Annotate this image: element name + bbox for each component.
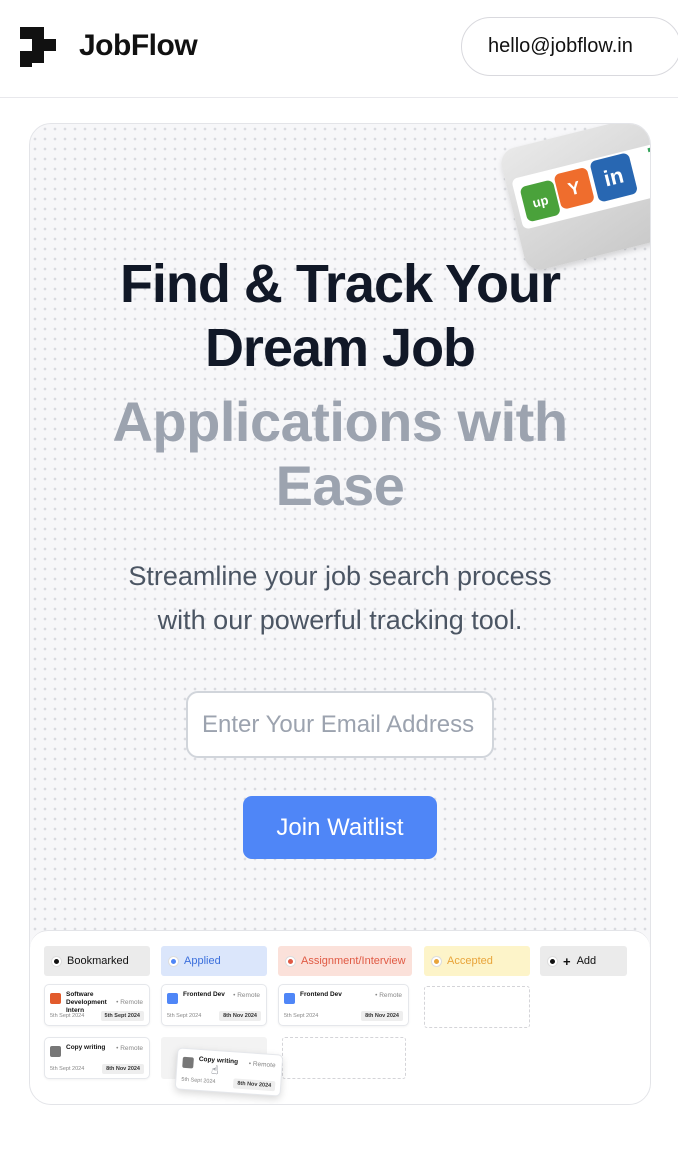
- brand-name[interactable]: JobFlow: [79, 29, 198, 63]
- drop-slot: [424, 986, 530, 1028]
- grab-cursor-icon: ☝: [210, 1062, 219, 1078]
- job-card[interactable]: Frontend Dev • Remote 5th Sept 2024 8th …: [161, 984, 267, 1026]
- jobflow-logo-icon[interactable]: [20, 27, 62, 69]
- column-assignment-interview: Assignment/Interview: [278, 946, 412, 976]
- column-accepted: Accepted: [424, 946, 530, 976]
- job-card[interactable]: Copy writing • Remote 5th Sept 2024 8th …: [44, 1037, 150, 1079]
- dragging-job-card[interactable]: Copy writing • Remote 5th Sept 2024 8th …: [174, 1047, 284, 1097]
- column-bookmarked: Bookmarked: [44, 946, 150, 976]
- hero-subtitle: Streamline your job search process with …: [128, 561, 552, 635]
- plus-icon: +: [563, 953, 571, 969]
- job-card[interactable]: Software Development Intern • Remote 5th…: [44, 984, 150, 1026]
- column-applied: Applied: [161, 946, 267, 976]
- hero-title-secondary: Applications with Ease: [112, 390, 568, 517]
- job-board-preview: Bookmarked Applied Assignment/Interview …: [30, 930, 650, 1104]
- email-input[interactable]: [186, 691, 494, 758]
- contact-email-button[interactable]: hello@jobflow.in: [461, 17, 678, 76]
- job-sites-logo-card: up Y in ❞: [485, 124, 650, 273]
- top-header: JobFlow hello@jobflow.in: [0, 0, 678, 98]
- job-card[interactable]: Frontend Dev • Remote 5th Sept 2024 8th …: [278, 984, 409, 1026]
- drop-slot: [282, 1037, 406, 1079]
- hero-section: up Y in ❞ Find & Track Your Dream Job Ap…: [29, 123, 651, 1105]
- hero-title: Find & Track Your Dream Job: [119, 254, 561, 378]
- join-waitlist-button[interactable]: Join Waitlist: [243, 796, 437, 859]
- add-column-button[interactable]: + Add: [540, 946, 627, 976]
